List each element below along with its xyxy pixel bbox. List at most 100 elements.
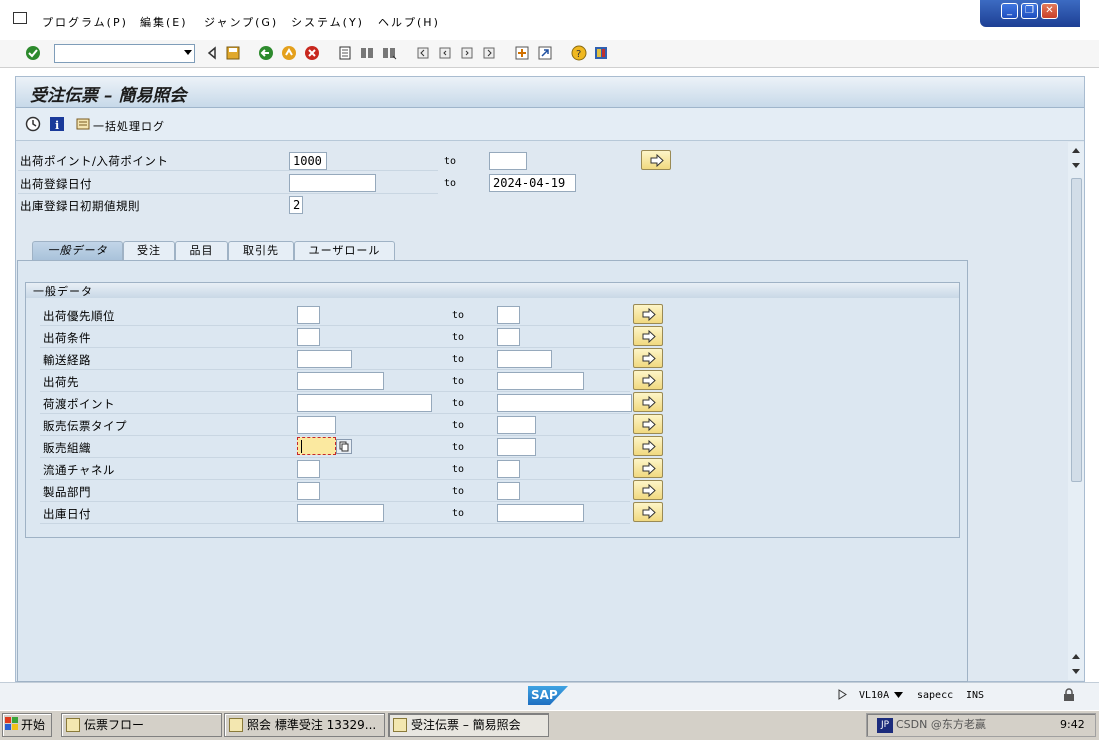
exit-icon[interactable] [281,45,297,61]
goods-issue-date-to-input[interactable] [497,504,584,522]
ship-to-to-input[interactable] [497,372,584,390]
route-to-input[interactable] [497,350,552,368]
layout-icon[interactable] [593,45,609,61]
tab-user-role[interactable]: ユーザロール [294,241,395,260]
to-label: to [452,354,465,365]
multiple-selection-button[interactable] [633,370,663,390]
creation-date-from-input[interactable] [289,174,376,192]
route-from-input[interactable] [297,350,352,368]
menu-help[interactable]: ヘルプ(H) [378,14,440,30]
back-triangle-icon[interactable] [204,45,220,61]
restore-icon[interactable]: ❐ [1021,3,1038,19]
goods-issue-date-from-input[interactable] [297,504,384,522]
menu-jump[interactable]: ジャンプ(G) [204,14,278,30]
minimize-icon[interactable]: _ [1001,3,1018,19]
tab-material[interactable]: 品目 [175,241,228,260]
taskbar-item-document-flow[interactable]: 伝票フロー [61,713,222,737]
tab-general-data[interactable]: 一般データ [32,241,123,260]
arrow-right-icon [650,154,664,167]
command-dropdown-icon[interactable] [184,50,192,55]
shipping-priority-to-input[interactable] [497,306,520,324]
row-divider [40,479,630,480]
svg-text:?: ? [576,49,581,60]
menu-edit[interactable]: 編集(E) [140,14,188,30]
enter-check-icon[interactable] [25,45,41,61]
multiple-selection-button[interactable] [633,348,663,368]
row-divider [40,369,630,370]
bulk-log-icon[interactable] [75,116,91,132]
unloading-point-to-input[interactable] [497,394,632,412]
distribution-channel-from-input[interactable] [297,460,320,478]
multiple-selection-button[interactable] [633,458,663,478]
tab-sales-order[interactable]: 受注 [123,241,175,260]
goods-issue-rule-input[interactable]: 2 [289,196,303,214]
shipping-point-from-input[interactable]: 1000 [289,152,327,170]
windows-logo-icon [5,717,18,730]
multiple-selection-button[interactable] [633,480,663,500]
unloading-point-from-input[interactable] [297,394,432,412]
menu-program[interactable]: プログラム(P) [42,14,128,30]
taskbar-item-simple-display[interactable]: 受注伝票 – 簡易照会 [388,713,549,737]
multiple-selection-button[interactable] [633,304,663,324]
sales-doc-type-to-input[interactable] [497,416,536,434]
route-label: 輸送経路 [43,353,91,367]
cancel-icon[interactable] [304,45,320,61]
shortcut-icon[interactable] [537,45,553,61]
tab-partner[interactable]: 取引先 [228,241,294,260]
prev-page-icon[interactable] [437,45,453,61]
multiple-selection-button[interactable] [633,392,663,412]
command-field[interactable] [54,44,195,63]
division-from-input[interactable] [297,482,320,500]
sales-doc-type-from-input[interactable] [297,416,336,434]
next-page-icon[interactable] [459,45,475,61]
division-to-input[interactable] [497,482,520,500]
menu-system[interactable]: システム(Y) [291,14,364,30]
shipping-priority-from-input[interactable] [297,306,320,324]
print-icon[interactable] [337,45,353,61]
scroll-down-icon[interactable] [1071,668,1081,676]
to-label: to [452,310,465,321]
scroll-down-icon[interactable] [1071,162,1081,170]
close-icon[interactable]: ✕ [1041,3,1058,19]
scrollbar-thumb[interactable] [1071,178,1082,482]
ship-to-from-input[interactable] [297,372,384,390]
input-mode[interactable]: INS [966,690,984,701]
creation-date-to-input[interactable]: 2024-04-19 [489,174,576,192]
last-page-icon[interactable] [481,45,497,61]
search-help-icon[interactable] [336,439,352,454]
multiple-selection-button[interactable] [633,414,663,434]
distribution-channel-label: 流通チャネル [43,463,115,477]
find-icon[interactable] [359,45,375,61]
multiple-selection-button[interactable] [641,150,671,170]
shipping-point-to-input[interactable] [489,152,527,170]
ime-indicator[interactable]: JP [877,718,893,733]
distribution-channel-to-input[interactable] [497,460,520,478]
chevron-down-icon[interactable] [894,692,903,698]
new-session-icon[interactable] [514,45,530,61]
find-next-icon[interactable] [381,45,397,61]
info-icon[interactable]: i [49,116,65,132]
system-menu-icon[interactable] [13,12,27,24]
clock-execute-icon[interactable] [25,116,41,132]
row-divider [40,347,630,348]
scroll-up-icon[interactable] [1071,652,1081,660]
save-icon[interactable] [225,45,241,61]
help-icon[interactable]: ? [571,45,587,61]
sales-org-from-input[interactable] [297,437,336,455]
to-label: to [452,376,465,387]
tray-watermark: CSDN @东方老赢 [896,718,986,731]
shipping-condition-from-input[interactable] [297,328,320,346]
scroll-up-icon[interactable] [1071,146,1081,154]
row-divider [40,413,630,414]
multiple-selection-button[interactable] [633,326,663,346]
back-icon[interactable] [258,45,274,61]
shipping-condition-to-input[interactable] [497,328,520,346]
multiple-selection-button[interactable] [633,502,663,522]
status-expand-icon[interactable] [838,689,847,700]
sales-org-to-input[interactable] [497,438,536,456]
sap-window-icon [393,718,407,732]
bulk-log-button[interactable]: 一括処理ログ [93,118,165,134]
taskbar-item-display-order[interactable]: 照会 標準受注 13329... [224,713,385,737]
multiple-selection-button[interactable] [633,436,663,456]
first-page-icon[interactable] [415,45,431,61]
